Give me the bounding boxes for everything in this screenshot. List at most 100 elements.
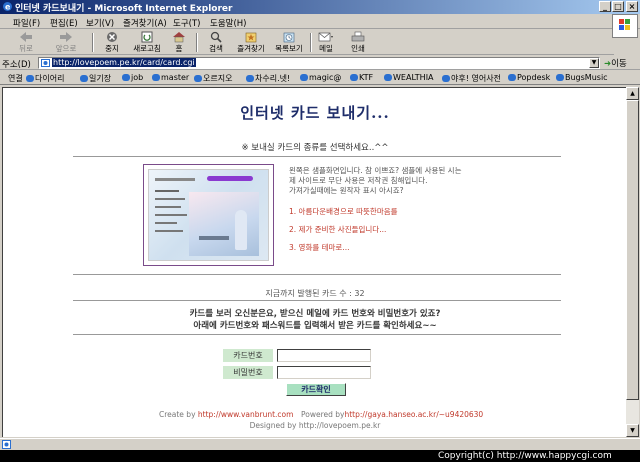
- link-item[interactable]: 야후! 영어사전: [442, 73, 501, 84]
- favorites-button[interactable]: 즐겨찾기: [232, 31, 270, 54]
- scroll-thumb[interactable]: [626, 100, 639, 400]
- history-button[interactable]: 목록보기: [270, 31, 308, 54]
- ie-link-icon: [152, 74, 160, 81]
- back-label: 뒤로: [19, 44, 33, 53]
- link-item[interactable]: magic@: [300, 73, 341, 82]
- go-button[interactable]: ➜이동: [604, 57, 627, 69]
- guide-text: 카드를 보러 오신분은요, 받으신 메일에 카드 번호와 비밀번호가 있죠?: [189, 309, 441, 319]
- card-option-link[interactable]: 2. 제가 준비한 사진들입니다...: [289, 224, 386, 235]
- maximize-button[interactable]: □: [612, 1, 624, 12]
- title-bar[interactable]: e 인터넷 카드보내기 - Microsoft Internet Explore…: [0, 0, 640, 14]
- menu-tools[interactable]: 도구(T): [173, 17, 200, 29]
- credit-powered-link[interactable]: http://gaya.hanseo.ac.kr/~u9420630: [344, 410, 483, 419]
- link-item[interactable]: Popdesk: [508, 73, 550, 82]
- menu-bar: 파일(F) 편집(E) 보기(V) 즐겨찾기(A) 도구(T) 도움말(H): [0, 15, 640, 29]
- page-title: 인터넷 카드 보내기...: [240, 104, 390, 122]
- vertical-scrollbar[interactable]: ▲ ▼: [626, 87, 639, 437]
- credit-create-link[interactable]: http://www.vanbrunt.com: [198, 410, 294, 419]
- card-number-label: 카드번호: [223, 349, 273, 362]
- card-option-link[interactable]: 1. 아름다운배경으로 따뜻한마음를: [289, 206, 398, 217]
- ie-link-icon: [246, 75, 254, 82]
- link-item[interactable]: KTF: [350, 73, 373, 82]
- menu-help[interactable]: 도움말(H): [210, 17, 246, 29]
- scroll-up-icon[interactable]: ▲: [626, 87, 639, 100]
- link-label: master: [161, 73, 190, 82]
- forward-button[interactable]: 앞으로: [48, 31, 84, 54]
- menu-favorites[interactable]: 즐겨찾기(A): [123, 17, 167, 29]
- link-item[interactable]: 다이어리: [26, 73, 64, 84]
- menu-file[interactable]: 파일(F): [13, 17, 40, 29]
- description-line: 제 사이트로 무단 사용은 저작권 침해입니다.: [289, 176, 428, 185]
- history-label: 목록보기: [275, 44, 303, 53]
- menu-view[interactable]: 보기(V): [86, 17, 114, 29]
- divider: [73, 156, 561, 157]
- toolbar-separator: [196, 33, 198, 52]
- back-arrow-icon: [20, 32, 32, 42]
- page-subtitle: ※ 보내실 카드의 종류를 선택하세요..^^: [241, 143, 389, 153]
- refresh-button[interactable]: 새로고침: [128, 31, 166, 54]
- card-description: 왼쪽은 샘플화면입니다. 참 이쁘죠? 샘플에 사용된 시는 제 사이트로 무단…: [289, 166, 461, 196]
- ie-link-icon: [122, 74, 130, 81]
- link-item[interactable]: BugsMusic: [556, 73, 608, 82]
- link-item[interactable]: master: [152, 73, 189, 82]
- ie-link-icon: [350, 74, 358, 81]
- page-icon: [41, 59, 50, 67]
- ie-link-icon: [442, 75, 450, 82]
- link-item[interactable]: job: [122, 73, 143, 82]
- mail-button[interactable]: 메일: [314, 31, 338, 54]
- menu-edit[interactable]: 편집(E): [50, 17, 78, 29]
- link-item[interactable]: 차수리.넷!: [246, 73, 290, 84]
- password-input[interactable]: [277, 366, 371, 379]
- link-label: 오르지오: [203, 74, 233, 83]
- address-url: http://lovepoem.pe.kr/card/card.cgi: [52, 58, 196, 67]
- ie-link-icon: [384, 74, 392, 81]
- stop-icon: [107, 32, 117, 42]
- ie-link-icon: [556, 74, 564, 81]
- divider: [73, 300, 561, 301]
- ie-link-icon: [26, 75, 34, 82]
- search-label: 검색: [209, 44, 223, 53]
- ie-link-icon: [300, 74, 308, 81]
- address-input[interactable]: http://lovepoem.pe.kr/card/card.cgi ▼: [38, 57, 600, 69]
- print-button[interactable]: 인쇄: [346, 31, 370, 54]
- divider: [73, 274, 561, 275]
- forward-arrow-icon: [60, 32, 72, 42]
- search-icon: [210, 31, 222, 43]
- svg-text:e: e: [5, 3, 11, 12]
- link-item[interactable]: 오르지오: [194, 73, 232, 84]
- home-button[interactable]: 홈: [168, 31, 190, 54]
- card-confirm-button[interactable]: 카드확인: [286, 383, 346, 396]
- link-label: 야후! 영어사전: [451, 74, 501, 83]
- credit-create: Create by http://www.vanbrunt.com: [159, 410, 293, 419]
- card-option-link[interactable]: 3. 영화를 테마로...: [289, 242, 349, 253]
- home-icon: [173, 32, 185, 43]
- windows-logo-icon: [612, 14, 638, 38]
- search-button[interactable]: 검색: [202, 31, 230, 54]
- link-label: 일기장: [89, 74, 112, 83]
- credit-powered-prefix: Powered by: [301, 410, 345, 419]
- guide-text: 아래에 카드번호와 패스워드를 입력해서 받은 카드를 확인하세요~~: [193, 321, 437, 331]
- links-bar: 연결 다이어리 일기장 job master 오르지오 차수리.넷! magic…: [0, 71, 640, 85]
- card-number-input[interactable]: [277, 349, 371, 362]
- scroll-down-icon[interactable]: ▼: [626, 424, 639, 437]
- page-status-icon: [2, 440, 11, 449]
- status-bar: [0, 438, 640, 450]
- credit-powered: Powered byhttp://gaya.hanseo.ac.kr/~u942…: [301, 410, 483, 419]
- link-item[interactable]: WEALTHIA: [384, 73, 434, 82]
- address-dropdown-icon[interactable]: ▼: [589, 58, 599, 68]
- card-sample-image[interactable]: [143, 164, 274, 266]
- close-button[interactable]: ×: [626, 1, 638, 12]
- toolbar-separator: [310, 33, 312, 52]
- link-item[interactable]: 일기장: [80, 73, 111, 84]
- ie-link-icon: [508, 74, 516, 81]
- favorites-label: 즐겨찾기: [237, 44, 265, 53]
- designed-by: Designed by http://lovepoem.pe.kr: [249, 421, 381, 430]
- description-line: 가져가실때에는 원작자 표시 아시죠?: [289, 186, 404, 195]
- go-label: 이동: [611, 59, 627, 69]
- page-content: 인터넷 카드 보내기... ※ 보내실 카드의 종류를 선택하세요..^^ 왼쪽…: [2, 87, 626, 437]
- minimize-button[interactable]: _: [599, 1, 611, 12]
- browser-window: e 인터넷 카드보내기 - Microsoft Internet Explore…: [0, 0, 640, 450]
- link-label: magic@: [309, 73, 342, 82]
- back-button[interactable]: 뒤로: [10, 31, 42, 54]
- stop-button[interactable]: 중지: [98, 31, 126, 54]
